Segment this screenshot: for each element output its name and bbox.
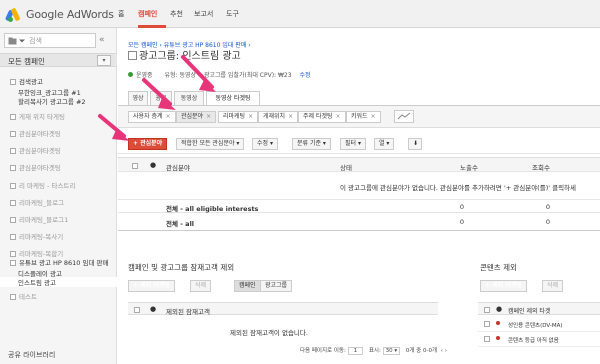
annotation-arrow-add-button [98,114,130,141]
annotation-arrow-filter [142,78,176,110]
annotation-arrows [98,55,216,141]
annotation-arrow-tab [181,55,216,92]
